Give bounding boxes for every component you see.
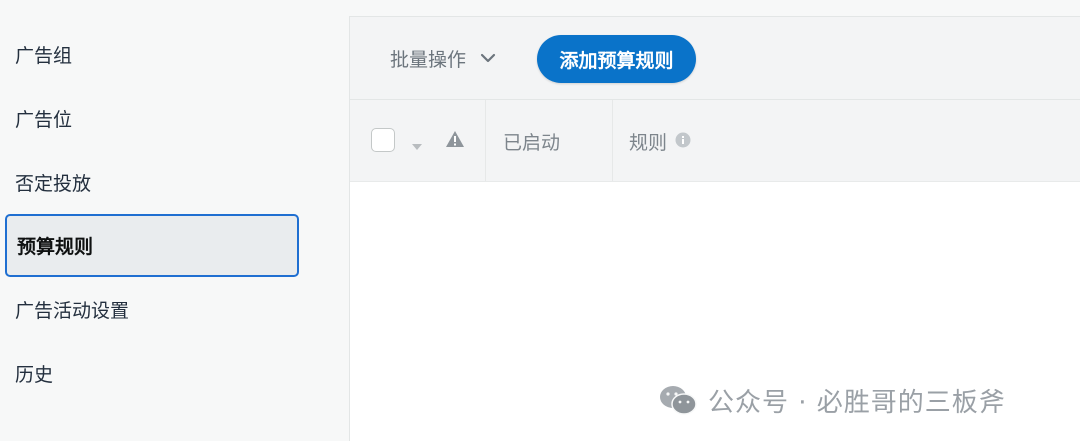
- add-budget-rule-button[interactable]: 添加预算规则: [537, 35, 696, 83]
- table-header: 已启动 规则: [350, 100, 1080, 182]
- sidebar: 广告组 广告位 否定投放 预算规则 广告活动设置 历史: [0, 0, 320, 441]
- caret-down-icon[interactable]: [411, 136, 423, 155]
- app-root: 广告组 广告位 否定投放 预算规则 广告活动设置 历史 批量操作 添加预算规则 …: [0, 0, 1080, 441]
- main-panel: 批量操作 添加预算规则 已启动 规则: [349, 16, 1080, 441]
- batch-actions-label: 批量操作: [390, 48, 467, 71]
- sidebar-item-budget-rules[interactable]: 预算规则: [5, 214, 299, 277]
- sidebar-item-negative-targeting[interactable]: 否定投放: [5, 152, 299, 212]
- wechat-icon: [658, 384, 698, 416]
- warning-icon: [445, 130, 465, 152]
- sidebar-item-label: 历史: [15, 363, 54, 386]
- sidebar-item-label: 否定投放: [15, 172, 92, 195]
- toolbar: 批量操作 添加预算规则: [350, 17, 1080, 100]
- column-divider: [485, 100, 486, 181]
- column-header-rule: 规则: [629, 132, 668, 154]
- batch-actions-dropdown[interactable]: 批量操作: [390, 43, 496, 73]
- sidebar-item-label: 广告活动设置: [15, 299, 130, 322]
- select-all-checkbox[interactable]: [371, 128, 395, 152]
- watermark-text: 公众号 · 必胜哥的三板斧: [708, 387, 1006, 418]
- sidebar-item-ad-groups[interactable]: 广告组: [5, 24, 299, 84]
- chevron-down-icon: [480, 53, 496, 63]
- column-header-enabled: 已启动: [503, 132, 561, 154]
- sidebar-item-label: 广告位: [15, 108, 73, 131]
- watermark: 公众号 · 必胜哥的三板斧: [658, 380, 1006, 420]
- sidebar-item-label: 广告组: [15, 44, 73, 67]
- info-icon[interactable]: [675, 132, 691, 152]
- column-divider: [612, 100, 613, 181]
- sidebar-item-placements[interactable]: 广告位: [5, 88, 299, 148]
- sidebar-item-campaign-settings[interactable]: 广告活动设置: [5, 279, 299, 339]
- sidebar-item-history[interactable]: 历史: [5, 343, 299, 403]
- sidebar-item-label: 预算规则: [17, 236, 94, 258]
